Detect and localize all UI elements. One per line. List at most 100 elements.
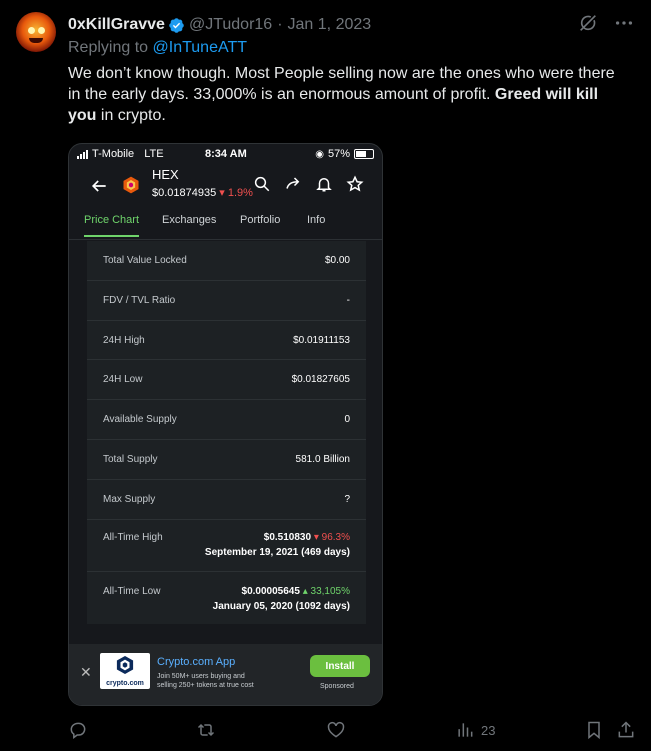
stat-row: Total Value Locked $0.00 (87, 241, 366, 281)
stat-value: - (346, 295, 350, 306)
tweet-header: 0xKillGravve @JTudor16 · Jan 1, 2023 (68, 14, 371, 36)
ath-value-line: $0.510830 ▾ 96.3% (264, 532, 350, 543)
stats-panel: Total Value Locked $0.00 FDV / TVL Ratio… (87, 241, 366, 624)
coin-price-line: $0.01874935 ▾ 1.9% (152, 186, 253, 199)
battery-group: ◉ 57% (315, 148, 374, 160)
retweet-button[interactable] (196, 720, 216, 740)
battery-percent: 57% (327, 148, 350, 160)
stat-row: 24H Low $0.01827605 (87, 360, 366, 400)
coin-name: HEX (152, 167, 179, 182)
tab-info: Info (307, 214, 326, 226)
stat-value: $0.01911153 (293, 335, 350, 346)
coin-change: ▾ 1.9% (219, 187, 253, 199)
tweet: 0xKillGravve @JTudor16 · Jan 1, 2023 Rep… (0, 0, 651, 751)
stat-value: 0 (344, 414, 350, 425)
coin-price: $0.01874935 (152, 187, 217, 199)
carrier-group: T-Mobile LTE (77, 148, 164, 160)
star-icon (346, 175, 364, 192)
search-icon (254, 176, 270, 192)
tweet-text-part2: in crypto. (100, 107, 166, 124)
carrier-name: T-Mobile (92, 148, 135, 160)
logo-text: crypto.com (106, 680, 144, 687)
verified-badge-icon[interactable] (168, 17, 185, 34)
tweet-date[interactable]: Jan 1, 2023 (288, 16, 372, 34)
stat-label: FDV / TVL Ratio (103, 295, 176, 306)
atl-value-line: $0.00005645 ▴ 33,105% (242, 586, 350, 597)
stat-row: FDV / TVL Ratio - (87, 281, 366, 321)
like-button[interactable] (326, 720, 346, 740)
ad-description: Join 50M+ users buying and selling 250+ … (157, 673, 254, 689)
network-type: LTE (144, 148, 164, 160)
phone-status-bar: T-Mobile LTE 8:34 AM ◉ 57% (69, 144, 382, 164)
phone-time: 8:34 AM (205, 148, 247, 160)
tab-portfolio: Portfolio (240, 214, 281, 226)
replying-to-link[interactable]: @InTuneATT (153, 39, 248, 56)
replying-to: Replying to @InTuneATT (68, 39, 247, 57)
tab-price-chart: Price Chart (84, 214, 140, 237)
install-button: Install (310, 655, 370, 677)
atl-value: $0.00005645 (241, 586, 300, 597)
views-icon (458, 723, 473, 737)
reply-icon (70, 722, 86, 739)
bookmark-button[interactable] (584, 720, 604, 740)
more-icon[interactable] (613, 12, 635, 34)
stat-value: ? (344, 494, 350, 505)
views-count: 23 (481, 722, 496, 738)
close-icon: ✕ (80, 664, 92, 680)
share-icon (618, 721, 634, 738)
handle[interactable]: @JTudor16 (189, 16, 272, 34)
stat-label: 24H Low (103, 374, 143, 385)
battery-icon (354, 149, 374, 159)
bell-icon (316, 178, 332, 192)
stat-row: Available Supply 0 (87, 400, 366, 440)
stat-label: Total Supply (103, 454, 158, 465)
stat-label: Total Value Locked (103, 255, 187, 266)
header-actions (577, 12, 635, 34)
ath-value: $0.510830 (263, 532, 312, 543)
stat-value: $0.01827605 (291, 374, 350, 385)
sponsored-label: Sponsored (320, 683, 354, 690)
shield-logo-icon (116, 656, 134, 674)
ad-banner: ✕ crypto.com Crypto.com App Join 50M+ us… (69, 644, 382, 705)
signal-icon (77, 149, 88, 159)
atl-date: January 05, 2020 (1092 days) (212, 601, 350, 612)
replying-to-prefix: Replying to (68, 39, 149, 56)
reply-button[interactable] (68, 720, 88, 740)
stat-row-all-time-low: All-Time Low $0.00005645 ▴ 33,105% Janua… (87, 572, 366, 624)
stat-row-all-time-high: All-Time High $0.510830 ▾ 96.3% Septembe… (87, 520, 366, 572)
stat-value: $0.00 (324, 255, 350, 266)
display-name[interactable]: 0xKillGravve (68, 16, 165, 34)
retweet-icon (197, 723, 215, 737)
tweet-actions: 23 (68, 720, 636, 744)
stat-label: Available Supply (103, 414, 177, 425)
stat-label: Max Supply (103, 494, 156, 505)
ad-brand: Crypto.com App (157, 656, 236, 668)
atl-change: ▴ 33,105% (302, 586, 350, 597)
share-button[interactable] (616, 720, 636, 740)
avatar-eye (38, 27, 45, 34)
alarm-icon: ◉ (315, 148, 324, 160)
separator: · (277, 16, 283, 33)
views-button[interactable]: 23 (455, 720, 495, 740)
app-bar-icons (253, 175, 364, 193)
back-arrow-icon (91, 180, 106, 192)
phone-tabs: Price Chart Exchanges Portfolio Info (69, 214, 382, 240)
stat-label: All-Time High (103, 532, 163, 543)
tab-exchanges: Exchanges (162, 214, 217, 226)
stat-row: Total Supply 581.0 Billion (87, 440, 366, 480)
ath-change: ▾ 96.3% (313, 532, 350, 543)
hex-logo-icon (123, 176, 139, 194)
bookmark-icon (588, 721, 600, 740)
ath-date: September 19, 2021 (469 days) (204, 547, 350, 558)
attached-screenshot[interactable]: T-Mobile LTE 8:34 AM ◉ 57% HEX $0.018749… (68, 143, 383, 706)
avatar[interactable] (16, 12, 56, 52)
avatar-eye (28, 27, 35, 34)
like-icon (327, 721, 345, 738)
stat-label: All-Time Low (103, 586, 161, 597)
app-bar: HEX $0.01874935 ▾ 1.9% (69, 164, 382, 214)
tweet-text: We don’t know though. Most People sellin… (68, 63, 628, 126)
crypto-com-logo: crypto.com (100, 653, 150, 689)
stat-row: Max Supply ? (87, 480, 366, 520)
avatar-mouth (29, 38, 43, 43)
grok-icon[interactable] (577, 12, 599, 34)
